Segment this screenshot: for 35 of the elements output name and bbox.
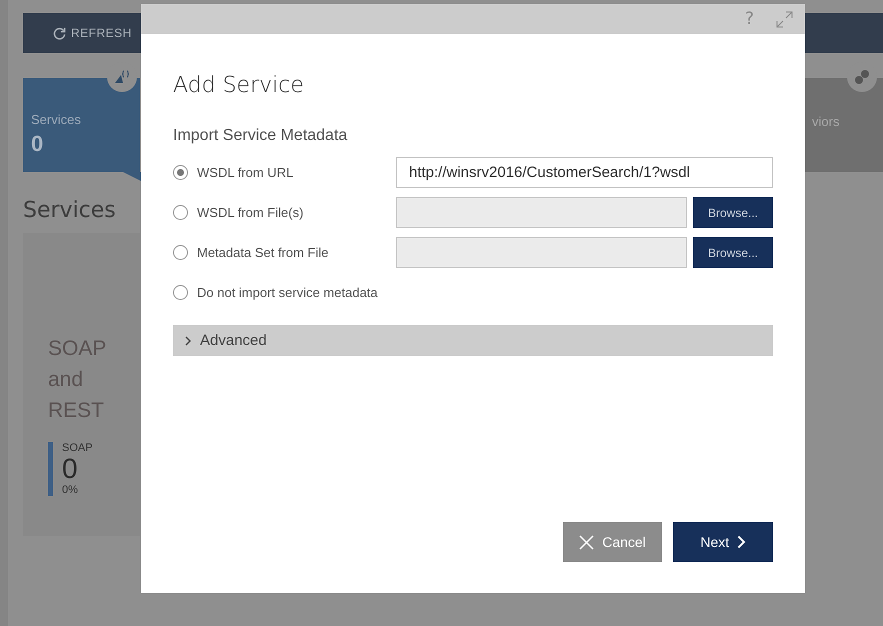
option-label: Do not import service metadata xyxy=(197,285,378,300)
stat-bar xyxy=(48,442,53,496)
dialog-title: Add Service xyxy=(173,72,305,100)
radio-option[interactable]: Do not import service metadata xyxy=(173,285,396,300)
option-label: WSDL from File(s) xyxy=(197,205,304,220)
refresh-icon xyxy=(53,26,66,40)
stat-count: 0 xyxy=(62,454,79,484)
url-field[interactable]: http://winsrv2016/CustomerSearch/1?wsdl xyxy=(396,157,773,188)
radio-option[interactable]: Metadata Set from File xyxy=(173,245,396,260)
tile-label: Services xyxy=(31,112,82,127)
radio-option[interactable]: WSDL from File(s) xyxy=(173,205,396,220)
radio-button[interactable] xyxy=(173,245,188,260)
radio-button[interactable] xyxy=(173,205,188,220)
radio-option[interactable]: WSDL from URL xyxy=(173,165,396,180)
chevron-right-icon xyxy=(185,336,191,346)
chevron-right-icon xyxy=(737,535,746,549)
tile-label: viors xyxy=(812,114,840,129)
radio-button[interactable] xyxy=(173,285,188,300)
section-label: Import Service Metadata xyxy=(173,126,348,146)
tile-count: 0 xyxy=(31,131,44,157)
expand-icon[interactable] xyxy=(776,10,793,28)
close-icon xyxy=(579,534,594,550)
refresh-button[interactable]: REFRESH xyxy=(53,26,132,40)
browse-button[interactable]: Browse... xyxy=(693,237,773,268)
browse-button[interactable]: Browse... xyxy=(693,197,773,228)
service-icon xyxy=(114,70,130,84)
option-label: WSDL from URL xyxy=(197,165,294,180)
stat-percent: 0% xyxy=(62,484,79,496)
section-heading: Services xyxy=(23,198,116,223)
advanced-section[interactable]: Advanced xyxy=(173,325,773,356)
hexagons-icon xyxy=(854,69,870,85)
next-button[interactable]: Next xyxy=(673,522,773,562)
radio-button[interactable] xyxy=(173,165,188,180)
stat-label: SOAP xyxy=(62,442,93,454)
option-label: Metadata Set from File xyxy=(197,245,328,260)
